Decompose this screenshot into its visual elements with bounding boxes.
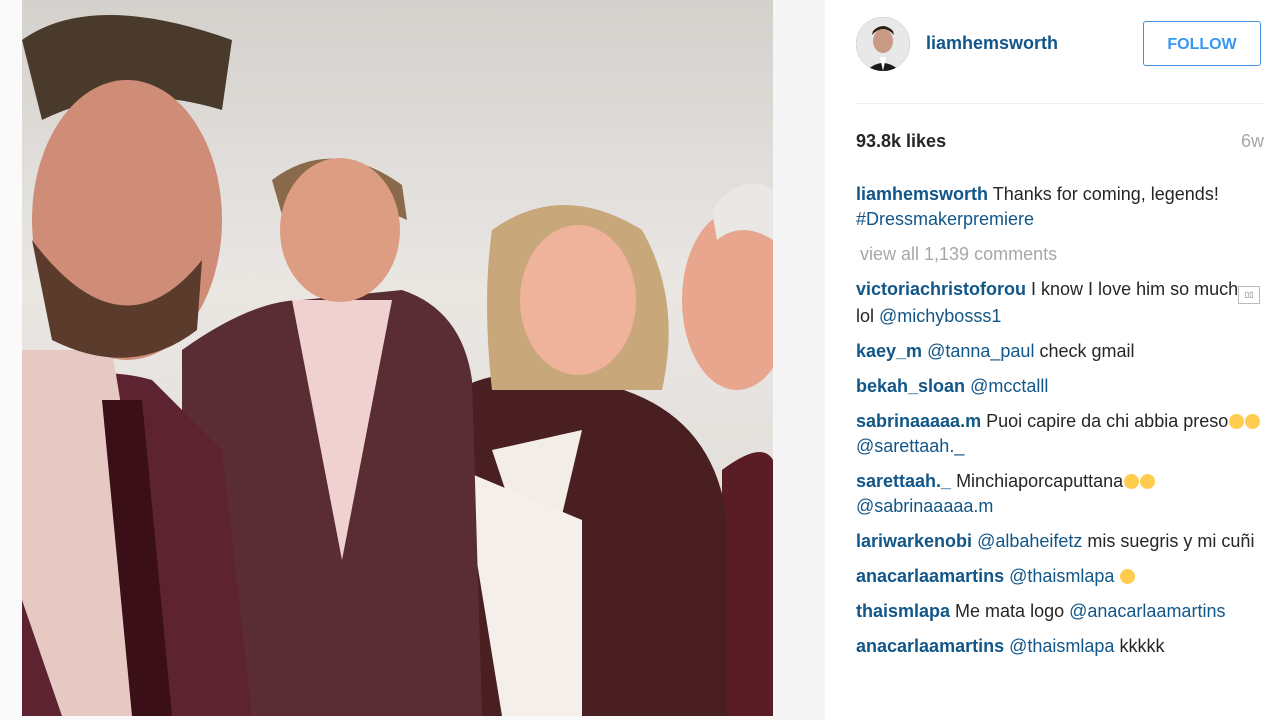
follow-button[interactable]: FOLLOW <box>1143 21 1261 66</box>
comment-mention[interactable]: @thaismlapa <box>1009 566 1114 586</box>
avatar-icon <box>856 17 910 71</box>
comment-text: Puoi capire da chi abbia preso <box>981 411 1229 431</box>
unknown-glyph-icon: ▯▯ <box>1238 286 1261 304</box>
comment-mention[interactable]: @thaismlapa <box>1009 636 1114 656</box>
likes-count[interactable]: 93.8k likes <box>856 131 946 152</box>
comment-item: lariwarkenobi @albaheifetz mis suegris y… <box>856 529 1261 554</box>
comment-mention[interactable]: @sarettaah._ <box>856 436 964 456</box>
post-sidebar: liamhemsworth FOLLOW 93.8k likes 6w liam… <box>825 0 1284 720</box>
comment-username[interactable]: sabrinaaaaa.m <box>856 411 981 431</box>
comment-item: thaismlapa Me mata logo @anacarlaamartin… <box>856 599 1261 624</box>
crying-laughing-emoji-icon <box>1140 474 1156 489</box>
comment-mention[interactable]: @mcctalll <box>970 376 1048 396</box>
gutter <box>773 0 825 720</box>
comment-username[interactable]: thaismlapa <box>856 601 950 621</box>
comment-text: mis suegris y mi cuñi <box>1082 531 1255 551</box>
comment-item: kaey_m @tanna_paul check gmail <box>856 339 1261 364</box>
caption-text: Thanks for coming, legends! <box>988 184 1219 204</box>
comment-item: bekah_sloan @mcctalll <box>856 374 1261 399</box>
view-all-comments-link[interactable]: view all 1,139 comments <box>860 242 1261 267</box>
post-age[interactable]: 6w <box>1241 131 1264 152</box>
sunglasses-emoji-icon <box>1120 569 1136 584</box>
comment-item: anacarlaamartins @thaismlapa kkkkk <box>856 634 1261 659</box>
comment-username[interactable]: bekah_sloan <box>856 376 965 396</box>
comment-mention[interactable]: @anacarlaamartins <box>1069 601 1225 621</box>
comment-text: I know I love him so much <box>1026 279 1239 299</box>
crying-laughing-emoji-icon <box>1229 414 1245 429</box>
post-photo[interactable] <box>22 0 773 716</box>
crying-laughing-emoji-icon <box>1124 474 1140 489</box>
comment-item: sarettaah._ Minchiaporcaputtana @sabrina… <box>856 469 1261 519</box>
header-divider <box>856 103 1264 104</box>
post-username[interactable]: liamhemsworth <box>926 33 1058 54</box>
comment-mention[interactable]: @sabrinaaaaa.m <box>856 496 993 516</box>
comment-text: Minchiaporcaputtana <box>951 471 1124 491</box>
comment-item: sabrinaaaaa.m Puoi capire da chi abbia p… <box>856 409 1261 459</box>
comment-username[interactable]: kaey_m <box>856 341 922 361</box>
comment-text: Me mata logo <box>950 601 1070 621</box>
post-photo-illustration <box>22 0 773 716</box>
caption-hashtag[interactable]: #Dressmakerpremiere <box>856 209 1034 229</box>
comment-item: victoriachristoforou I know I love him s… <box>856 277 1261 329</box>
comment-username[interactable]: anacarlaamartins <box>856 636 1004 656</box>
caption: liamhemsworth Thanks for coming, legends… <box>856 182 1261 232</box>
post-header: liamhemsworth FOLLOW <box>825 0 1284 92</box>
comment-text: kkkkk <box>1114 636 1165 656</box>
crying-laughing-emoji-icon <box>1245 414 1261 429</box>
comment-username[interactable]: lariwarkenobi <box>856 531 972 551</box>
comment-username[interactable]: anacarlaamartins <box>856 566 1004 586</box>
comment-item: anacarlaamartins @thaismlapa <box>856 564 1261 589</box>
comment-username[interactable]: victoriachristoforou <box>856 279 1026 299</box>
comment-mention[interactable]: @albaheifetz <box>977 531 1082 551</box>
comment-username[interactable]: sarettaah._ <box>856 471 951 491</box>
comment-mention[interactable]: @tanna_paul <box>927 341 1034 361</box>
profile-avatar[interactable] <box>856 17 910 71</box>
comments-list: liamhemsworth Thanks for coming, legends… <box>856 182 1261 669</box>
comment-mention[interactable]: @michybosss1 <box>879 306 1001 326</box>
caption-username[interactable]: liamhemsworth <box>856 184 988 204</box>
comment-text-tail: lol <box>856 306 880 326</box>
comment-text: check gmail <box>1034 341 1135 361</box>
